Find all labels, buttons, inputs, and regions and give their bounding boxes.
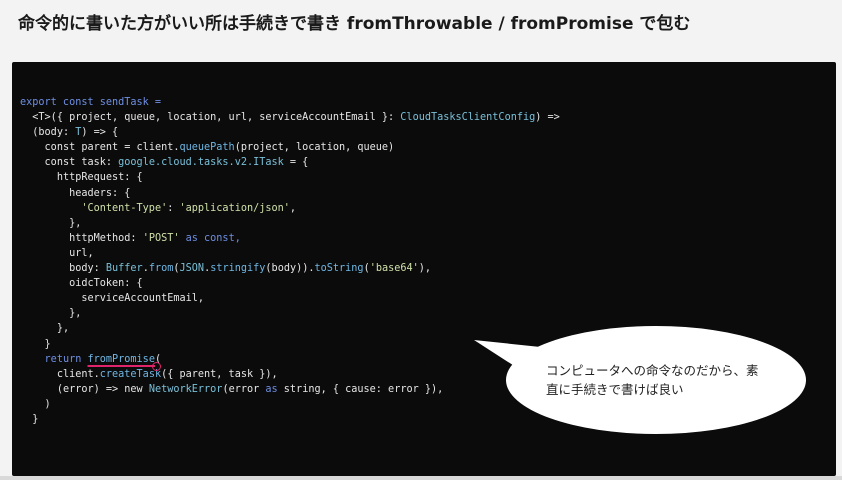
- code-token: httpMethod:: [69, 232, 143, 244]
- code-token: }: [32, 413, 39, 425]
- code-token: },: [69, 308, 82, 320]
- code-token: (project, location, queue): [234, 142, 395, 154]
- code-line-4: const parent = client.queuePath(project,…: [45, 142, 395, 153]
- code-line-22: }: [32, 414, 38, 425]
- code-token: export const sendTask =: [20, 97, 162, 108]
- code-line-14: serviceAccountEmail,: [81, 293, 204, 304]
- code-token: ({ parent, task }),: [161, 368, 278, 380]
- code-line-12: body: Buffer.from(JSON.stringify(body)).…: [69, 263, 431, 274]
- code-token: JSON: [179, 263, 205, 275]
- code-line-2: <T>({ project, queue, location, url, ser…: [32, 112, 560, 123]
- speech-bubble-text: コンピュータへの命令なのだから、素直に手続きで書けば良い: [546, 363, 759, 397]
- code-token: body:: [69, 263, 106, 275]
- code-line-20: (error) => new NetworkError(error as str…: [57, 384, 443, 395]
- code-token: 'base64': [369, 263, 419, 275]
- code-token: },: [56, 323, 70, 335]
- code-token: },: [69, 217, 82, 229]
- code-token: :: [167, 202, 180, 214]
- bottom-strip: [0, 476, 842, 480]
- code-token: toString: [314, 263, 364, 275]
- code-token: from: [148, 263, 174, 275]
- code-line-1: export const sendTask =: [20, 97, 161, 108]
- code-token: (error: [222, 383, 266, 395]
- code-token: Buffer: [105, 263, 143, 275]
- code-token: serviceAccountEmail,: [81, 293, 205, 305]
- code-line-6: httpRequest: {: [57, 172, 143, 183]
- code-line-5: const task: google.cloud.tasks.v2.ITask …: [45, 157, 309, 168]
- code-token: CloudTasksClientConfig: [400, 112, 536, 124]
- code-token: ) =>: [535, 112, 560, 124]
- code-line-16: },: [57, 323, 69, 334]
- speech-bubble: コンピュータへの命令なのだから、素直に手続きで書けば良い: [470, 318, 810, 438]
- code-line-18: return fromPromise(: [45, 354, 162, 365]
- code-token: (error) => new: [56, 383, 149, 395]
- code-line-9: },: [69, 218, 81, 229]
- code-token: <T>({ project, queue, location, url, ser…: [32, 112, 401, 124]
- code-token: const task:: [44, 157, 119, 169]
- code-line-11: url,: [69, 248, 94, 259]
- code-token: NetworkError: [148, 383, 223, 395]
- code-token: ) => {: [81, 127, 119, 139]
- speech-bubble-body: コンピュータへの命令なのだから、素直に手続きで書けば良い: [506, 326, 806, 434]
- code-token: client.: [56, 368, 100, 380]
- code-token: }: [44, 338, 51, 350]
- mouse-cursor-icon: [152, 362, 161, 371]
- code-line-15: },: [69, 308, 81, 319]
- code-token: (body)).: [265, 263, 315, 275]
- code-token: headers: {: [69, 187, 131, 199]
- code-token: 'application/json': [179, 202, 290, 214]
- code-token: createTask: [99, 368, 162, 380]
- code-token: (body:: [32, 127, 76, 139]
- code-token: ),: [418, 263, 432, 275]
- code-line-8: 'Content-Type': 'application/json',: [81, 203, 296, 214]
- code-line-3: (body: T) => {: [32, 127, 118, 138]
- code-token: stringify: [210, 263, 266, 275]
- code-token: return: [44, 353, 88, 365]
- code-token: as const,: [179, 232, 241, 244]
- slide-title: 命令的に書いた方がいい所は手続きで書き fromThrowable / from…: [18, 14, 691, 34]
- code-token: 'POST': [142, 232, 180, 244]
- code-line-17: }: [45, 339, 51, 350]
- code-token: queuePath: [179, 142, 235, 154]
- code-token: oidcToken: {: [69, 278, 143, 290]
- code-token: httpRequest: {: [56, 172, 143, 184]
- code-line-13: oidcToken: {: [69, 278, 143, 289]
- code-line-7: headers: {: [69, 188, 130, 199]
- code-token: const parent = client.: [44, 142, 180, 154]
- code-line-10: httpMethod: 'POST' as const,: [69, 233, 241, 244]
- code-token: 'Content-Type': [81, 202, 168, 214]
- code-token: google.cloud.tasks.v2.ITask: [118, 157, 284, 169]
- highlighted-fromPromise: fromPromise: [87, 353, 155, 365]
- code-token: ,: [289, 202, 297, 214]
- code-token: as: [265, 383, 278, 395]
- code-token: = {: [283, 157, 309, 169]
- code-token: url,: [69, 247, 94, 259]
- code-line-19: client.createTask({ parent, task }),: [57, 369, 278, 380]
- code-token: ): [44, 398, 51, 410]
- code-token: string, { cause: error }),: [277, 383, 444, 395]
- code-line-21: ): [45, 399, 51, 410]
